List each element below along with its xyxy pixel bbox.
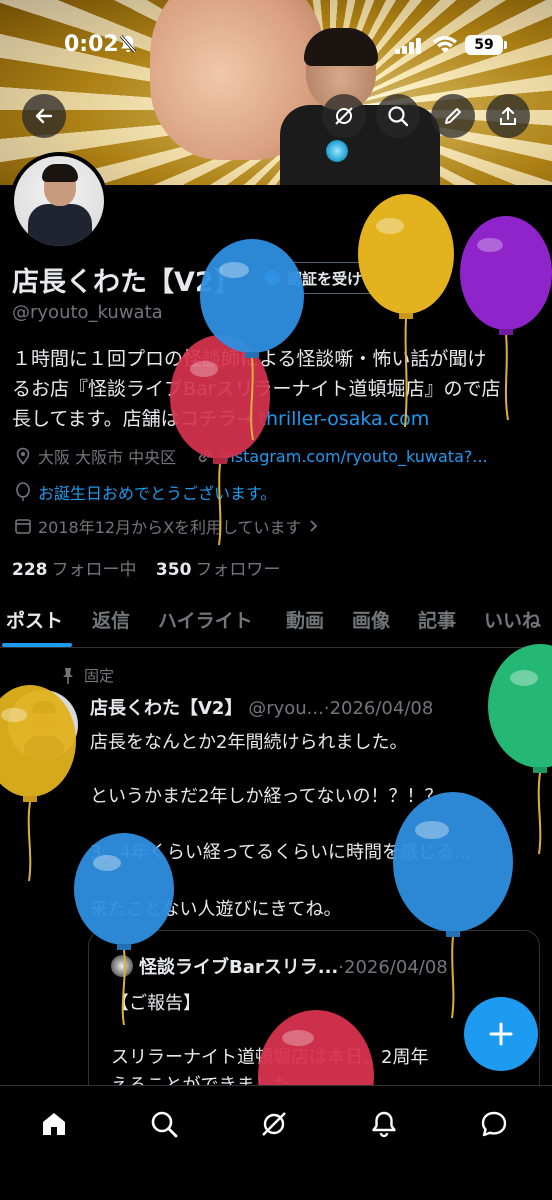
compose-post-button[interactable] <box>464 997 538 1071</box>
bio-website-link[interactable]: thriller-osaka.com <box>259 408 430 430</box>
location-pin-icon <box>16 447 30 465</box>
joined-row[interactable]: 2018年12月からXを利用しています <box>14 514 320 538</box>
status-time: 0:02 <box>64 32 119 57</box>
following-count: 228 <box>12 560 48 580</box>
calendar-icon <box>15 519 31 534</box>
tab-videos[interactable]: 動画 <box>286 606 324 633</box>
cellular-signal-icon <box>395 38 421 54</box>
post-text-line: 店長をなんとか2年間続けられました。 <box>90 732 408 753</box>
nav-notifications[interactable] <box>364 1104 404 1144</box>
pinned-label: 固定 <box>84 667 115 685</box>
chevron-right-icon <box>309 520 317 532</box>
followers-count: 350 <box>155 560 192 580</box>
tab-photos[interactable]: 画像 <box>352 606 390 633</box>
quoted-text-line: スリラーナイト道頓堀店は本日、2周年 <box>111 1047 429 1068</box>
location-row: 大阪 大阪市 中央区 instagram.com/ryouto_kuwata?.… <box>14 444 488 468</box>
grok-icon <box>335 107 353 125</box>
quoted-author-avatar <box>111 955 133 977</box>
follow-stats: 228 フォロー中 350 フォロワー <box>12 555 280 580</box>
pinned-label-row: 固定 <box>60 665 114 686</box>
profile-link[interactable]: instagram.com/ryouto_kuwata?... <box>220 447 487 466</box>
get-verified-label: 認証を受ける <box>287 269 378 288</box>
bio-line: るお店『怪談ライブBarスリラーナイト道頓堀店』ので店 <box>12 378 501 400</box>
edit-button[interactable] <box>431 94 475 138</box>
verified-badge-icon <box>264 270 280 286</box>
quoted-text-line: 【ご報告】 <box>111 993 201 1014</box>
bio-line-text: 長してます。店舗はコチラ→ <box>12 408 259 430</box>
nav-home[interactable] <box>34 1104 74 1144</box>
share-button[interactable] <box>486 94 530 138</box>
bell-icon <box>372 1111 396 1138</box>
bio-line: 長してます。店舗はコチラ→ thriller-osaka.com <box>12 404 542 434</box>
profile-name: 店長くわた【V2】 <box>12 267 241 298</box>
tab-replies[interactable]: 返信 <box>92 606 130 633</box>
search-icon <box>151 1111 178 1138</box>
balloon-icon <box>16 482 30 501</box>
nav-messages[interactable] <box>474 1104 514 1144</box>
post-text-line: というかまだ2年しか経ってないの！？！？ <box>90 786 443 807</box>
post-text-line: 3、4年くらい経ってるくらいに時間を感じる... <box>90 842 472 863</box>
tab-highlights[interactable]: ハイライト <box>158 606 253 633</box>
profile-bio: １時間に１回プロの怪談師による怪談噺・怖い話が聞け るお店『怪談ライブBarスリ… <box>12 344 542 434</box>
pin-icon <box>63 667 73 684</box>
quoted-post-header: 怪談ライブBarスリラ...·2026/04/08 <box>111 953 448 979</box>
balloon-green <box>488 644 552 855</box>
chat-bubble-icon <box>481 1111 507 1137</box>
post-author-avatar[interactable] <box>8 690 78 760</box>
nav-search[interactable] <box>144 1104 184 1144</box>
quoted-post-date: ·2026/04/08 <box>338 957 448 978</box>
location-text: 大阪 大阪市 中央区 <box>38 448 177 467</box>
grok-icon <box>262 1112 286 1136</box>
bottom-navigation <box>0 1085 552 1200</box>
active-tab-indicator <box>2 643 72 647</box>
followers-label: フォロワー <box>195 560 281 580</box>
search-button[interactable] <box>376 94 420 138</box>
tab-articles[interactable]: 記事 <box>418 606 456 633</box>
link-icon <box>199 449 212 463</box>
grok-button[interactable] <box>322 94 366 138</box>
get-verified-button[interactable]: 認証を受ける <box>252 262 393 294</box>
wifi-icon <box>433 36 457 53</box>
banner-small-avatar <box>326 140 348 162</box>
share-icon <box>500 107 516 125</box>
profile-avatar[interactable] <box>10 152 108 250</box>
tab-posts[interactable]: ポスト <box>6 606 63 633</box>
tab-likes[interactable]: いいね <box>484 606 541 633</box>
profile-handle: @ryouto_kuwata <box>12 302 163 323</box>
battery-indicator: 59 <box>465 35 507 55</box>
pencil-icon <box>445 108 461 124</box>
birthday-row: お誕生日おめでとうございます。 <box>14 480 276 504</box>
silent-bell-icon <box>119 35 137 53</box>
birthday-text: お誕生日おめでとうございます。 <box>38 484 277 503</box>
profile-tabs: ポスト 返信 ハイライト 動画 画像 記事 いいね <box>0 600 552 648</box>
quoted-author-name: 怪談ライブBarスリラ... <box>139 957 339 978</box>
post-header: 店長くわた【V2】 @ryou...·2026/04/08 <box>90 694 433 720</box>
arrow-left-icon <box>35 108 53 124</box>
joined-text: 2018年12月からXを利用しています <box>38 518 302 537</box>
home-icon <box>43 1113 65 1135</box>
post-text-line: 来たことない人遊びにきてね。 <box>90 899 342 920</box>
bio-line: １時間に１回プロの怪談師による怪談噺・怖い話が聞け <box>12 348 487 370</box>
post-handle-date: @ryou...·2026/04/08 <box>248 698 434 719</box>
following-label: フォロー中 <box>51 560 137 580</box>
nav-grok[interactable] <box>254 1104 294 1144</box>
status-bar: 0:02 59 <box>0 0 552 90</box>
plus-icon <box>489 1022 513 1046</box>
back-button[interactable] <box>22 94 66 138</box>
search-icon <box>388 106 409 127</box>
post-author-name[interactable]: 店長くわた【V2】 <box>90 698 242 719</box>
followers-link[interactable]: 350 フォロワー <box>156 560 281 580</box>
following-link[interactable]: 228 フォロー中 <box>12 560 137 580</box>
